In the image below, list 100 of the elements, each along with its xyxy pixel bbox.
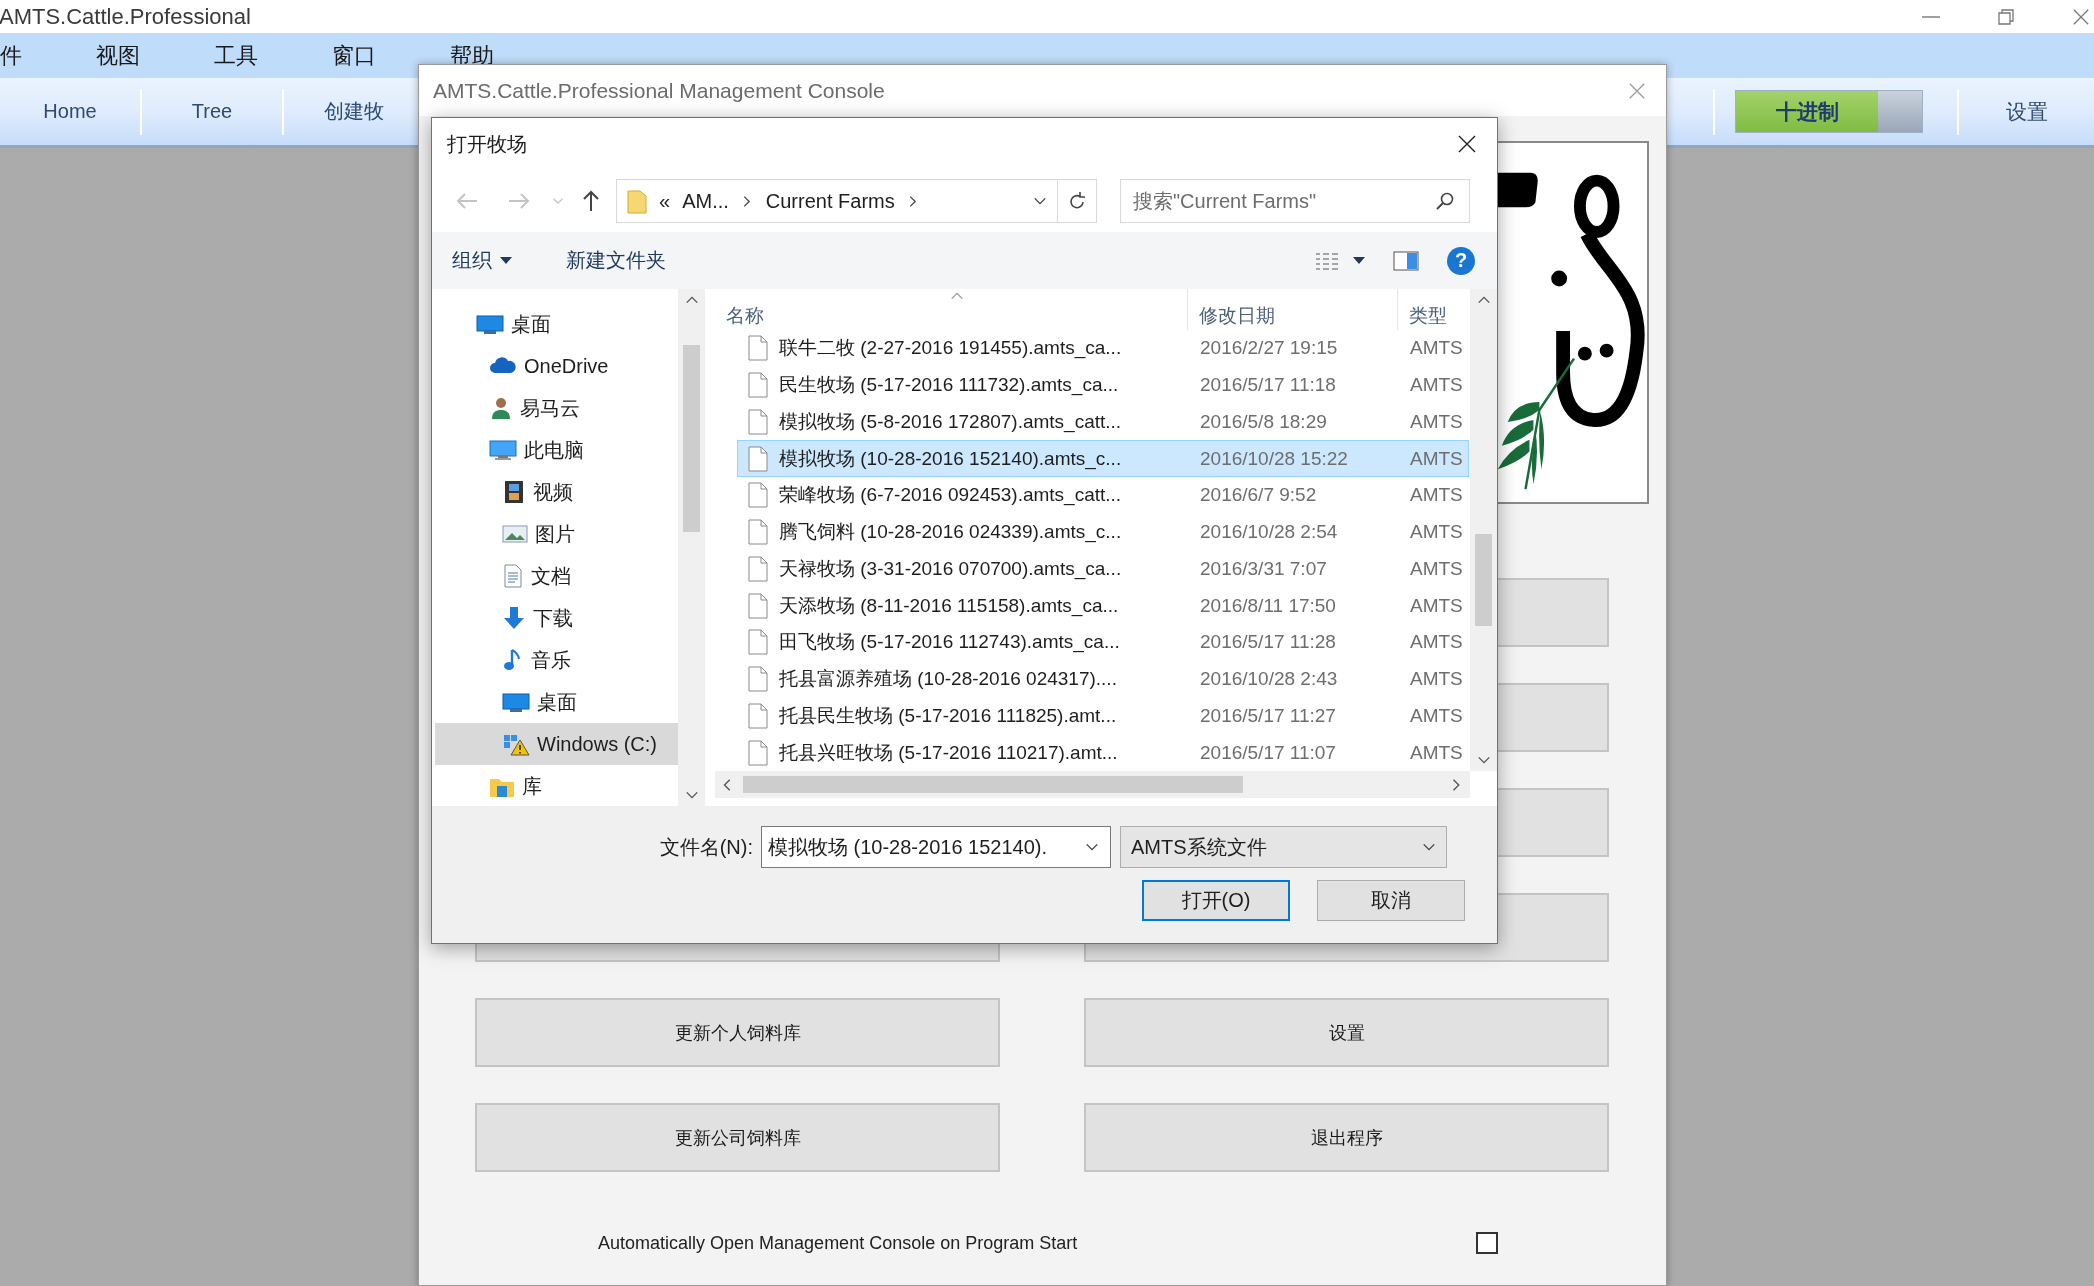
menu-item[interactable]: 件 <box>0 40 22 71</box>
nav-item[interactable]: Windows (C:) <box>435 723 678 765</box>
breadcrumb-item[interactable]: AM... <box>682 189 729 213</box>
file-icon <box>748 519 768 546</box>
nav-item[interactable]: 此电脑 <box>435 429 678 471</box>
file-date: 2016/5/17 11:28 <box>1199 631 1337 654</box>
file-row[interactable]: 腾飞饲料 (10-28-2016 024339).amts_c... 2016/10/28 2:54 AMTS <box>737 513 1469 551</box>
nav-item[interactable]: 视频 <box>435 471 678 513</box>
refresh-icon[interactable] <box>1068 191 1086 211</box>
file-row[interactable]: 荣峰牧场 (6-7-2016 092453).amts_catt... 2016/6/7 9:52 AMTS <box>737 477 1469 514</box>
address-bar[interactable]: « AM... Current Farms <box>616 179 1097 223</box>
picture-icon <box>502 522 528 546</box>
caret-icon[interactable] <box>1353 256 1365 265</box>
open-button[interactable]: 打开(O) <box>1142 880 1290 921</box>
console-button[interactable]: 更新个人饲料库 <box>475 998 1000 1067</box>
file-name: 模拟牧场 (10-28-2016 152140).amts_c... <box>779 446 1122 472</box>
file-type: AMTS <box>1409 557 1463 580</box>
toggle-switch[interactable]: 十进制 <box>1735 90 1923 133</box>
file-date: 2016/5/17 11:18 <box>1199 374 1337 397</box>
file-icon <box>748 408 768 435</box>
file-icon <box>748 666 768 693</box>
file-row[interactable]: 模拟牧场 (5-8-2016 172807).amts_catt... 2016/5/8 18:29 AMTS <box>737 403 1469 441</box>
search-icon[interactable] <box>1436 192 1454 210</box>
file-name: 托县富源养殖场 (10-28-2016 024317).... <box>779 667 1117 692</box>
file-row[interactable]: 托县富源养殖场 (10-28-2016 024317).... 2016/10/28 2:43 AMTS <box>737 660 1469 698</box>
file-type: AMTS <box>1409 594 1463 617</box>
file-row[interactable]: 托县兴旺牧场 (5-17-2016 110217).amt... 2016/5/17 11:07 AMTS <box>737 734 1469 771</box>
ribbon-tab[interactable]: 设置 <box>1959 97 2094 126</box>
file-row[interactable]: 天禄牧场 (3-31-2016 070700).amts_ca... 2016/3/31 7:07 AMTS <box>737 550 1469 588</box>
view-options-icon[interactable] <box>1315 251 1339 270</box>
column-header[interactable]: 名称 <box>715 289 1188 330</box>
minimize-icon[interactable] <box>1922 15 1940 18</box>
scrollbar-thumb[interactable] <box>743 776 1243 793</box>
file-date: 2016/10/28 15:22 <box>1199 447 1349 470</box>
file-row[interactable]: 天添牧场 (8-11-2016 115158).amts_ca... 2016/8/11 17:50 AMTS <box>737 587 1469 624</box>
file-icon <box>748 629 768 656</box>
file-row[interactable]: 联牛二牧 (2-27-2016 191455).amts_ca... 2016/2/27 19:15 AMTS <box>737 330 1469 367</box>
breadcrumb-overflow[interactable]: « <box>659 189 671 213</box>
console-button[interactable]: 退出程序 <box>1084 1103 1609 1172</box>
scrollbar-thumb[interactable] <box>683 345 700 532</box>
file-name: 模拟牧场 (5-8-2016 172807).amts_catt... <box>779 409 1122 435</box>
preview-pane-icon[interactable] <box>1393 250 1419 271</box>
file-row[interactable]: 田飞牧场 (5-17-2016 112743).amts_ca... 2016/5/17 11:28 AMTS <box>737 624 1469 661</box>
menu-item[interactable]: 工具 <box>214 40 258 71</box>
file-type-dropdown[interactable]: AMTS系统文件 <box>1120 826 1447 868</box>
file-date: 2016/8/11 17:50 <box>1199 594 1337 617</box>
forward-icon[interactable] <box>508 192 530 210</box>
menu-item[interactable]: 视图 <box>96 40 140 71</box>
scrollbar[interactable] <box>678 289 705 806</box>
checkbox[interactable] <box>1476 1232 1498 1254</box>
console-button[interactable]: 设置 <box>1084 998 1609 1067</box>
column-header[interactable]: 类型 <box>1398 289 1470 330</box>
nav-item[interactable]: 桌面 <box>435 681 678 723</box>
column-header[interactable]: 修改日期 <box>1188 289 1398 330</box>
up-arrow-icon[interactable] <box>582 190 600 212</box>
file-date: 2016/2/27 19:15 <box>1199 337 1339 360</box>
file-icon <box>748 372 768 399</box>
new-folder-button[interactable]: 新建文件夹 <box>562 243 670 278</box>
file-name: 联牛二牧 (2-27-2016 191455).amts_ca... <box>779 336 1122 361</box>
file-icon <box>748 702 768 729</box>
file-name-field[interactable]: 模拟牧场 (10-28-2016 152140). <box>761 826 1111 868</box>
file-type: AMTS <box>1409 704 1463 727</box>
nav-item[interactable]: OneDrive <box>435 345 678 387</box>
close-icon[interactable] <box>1457 134 1477 154</box>
nav-item[interactable]: 库 <box>435 765 678 807</box>
file-type: AMTS <box>1409 484 1463 507</box>
file-name: 天禄牧场 (3-31-2016 070700).amts_ca... <box>779 556 1122 582</box>
menu-item[interactable]: 窗口 <box>332 40 376 71</box>
folder-icon <box>627 188 647 214</box>
nav-item[interactable]: 易马云 <box>435 387 678 429</box>
scrollbar[interactable] <box>715 771 1470 798</box>
scrollbar-thumb[interactable] <box>1475 534 1492 626</box>
nav-item[interactable]: 图片 <box>435 513 678 555</box>
ribbon-tab[interactable]: Tree <box>142 100 282 123</box>
file-type: AMTS <box>1409 410 1463 433</box>
file-type: AMTS <box>1409 668 1463 691</box>
cancel-button[interactable]: 取消 <box>1317 880 1465 921</box>
file-date: 2016/10/28 2:43 <box>1199 668 1339 691</box>
file-type: AMTS <box>1409 337 1463 360</box>
scrollbar[interactable] <box>1470 289 1497 771</box>
nav-item[interactable]: 下载 <box>435 597 678 639</box>
file-row[interactable]: 民生牧场 (5-17-2016 111732).amts_ca... 2016/5/17 11:18 AMTS <box>737 366 1469 404</box>
nav-item[interactable]: 桌面 <box>435 303 678 345</box>
breadcrumb-item[interactable]: Current Farms <box>765 189 895 213</box>
console-button[interactable]: 更新公司饲料库 <box>475 1103 1000 1172</box>
help-button[interactable]: ? <box>1447 246 1475 275</box>
nav-item[interactable]: 音乐 <box>435 639 678 681</box>
file-row[interactable]: 托县民生牧场 (5-17-2016 111825).amt... 2016/5/17 11:27 AMTS <box>737 697 1469 735</box>
ribbon-tab[interactable]: Home <box>0 100 140 123</box>
restore-icon[interactable] <box>1998 8 2014 25</box>
nav-item[interactable]: 文档 <box>435 555 678 597</box>
dialog-title: 打开牧场 <box>447 131 527 157</box>
file-date: 2016/5/17 11:27 <box>1199 704 1337 727</box>
organize-button[interactable]: 组织 <box>448 243 516 278</box>
file-type: AMTS <box>1409 631 1463 654</box>
back-icon[interactable] <box>456 192 478 210</box>
file-icon <box>748 739 768 766</box>
file-row[interactable]: 模拟牧场 (10-28-2016 152140).amts_c... 2016/10/28 15:22 AMTS <box>737 440 1469 477</box>
search-field[interactable]: 搜索"Current Farms" <box>1120 179 1470 223</box>
file-date: 2016/5/8 18:29 <box>1199 410 1328 433</box>
